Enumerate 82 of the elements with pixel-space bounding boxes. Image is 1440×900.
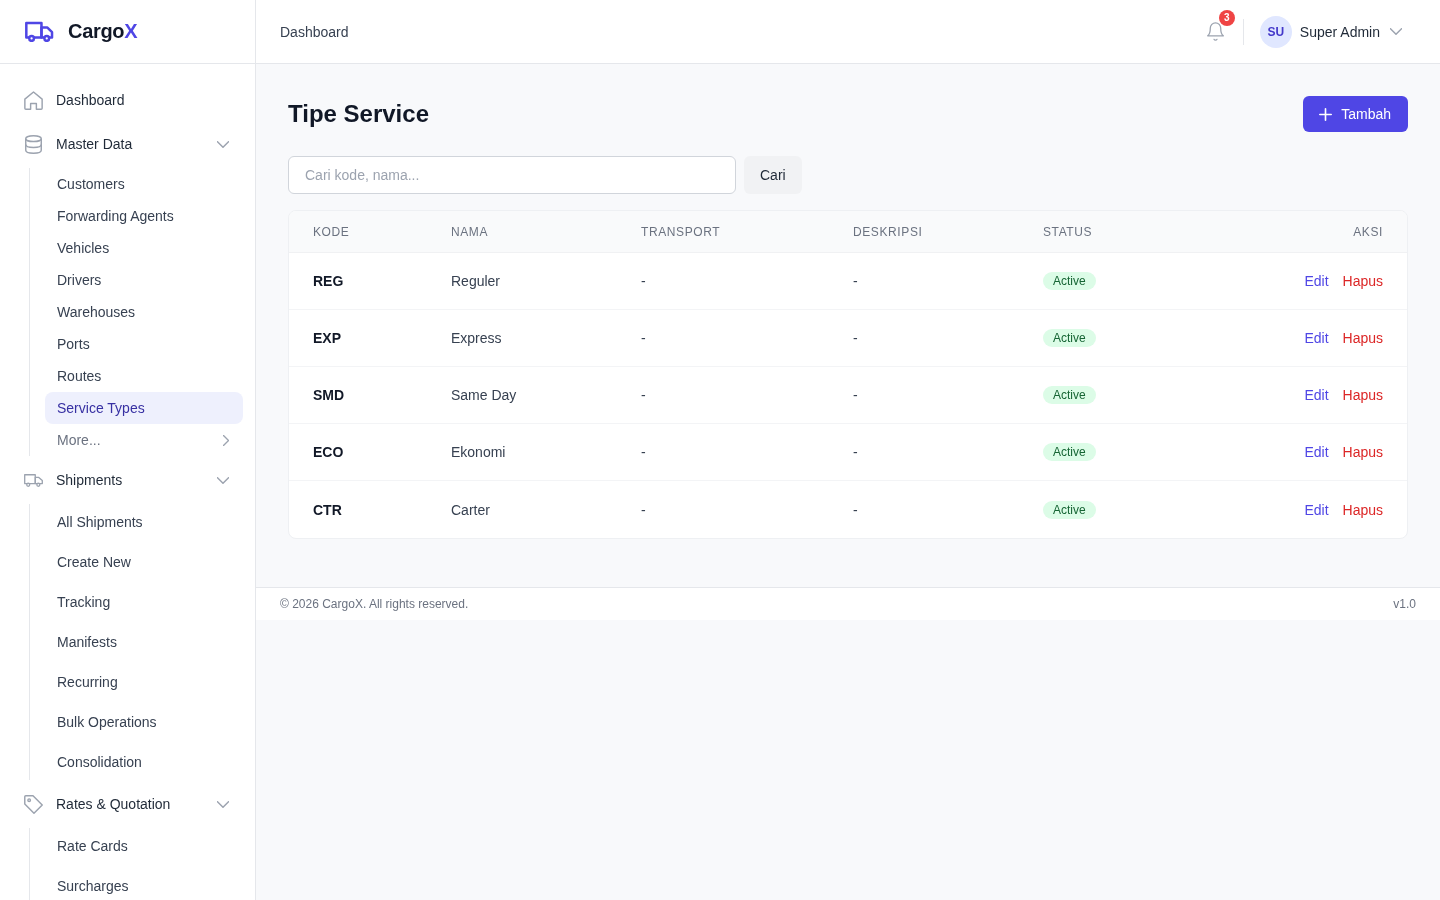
- table-cell: -: [853, 501, 858, 518]
- table-cell: -: [853, 330, 858, 346]
- edit-link[interactable]: Edit: [1304, 444, 1329, 460]
- delete-link[interactable]: Hapus: [1342, 387, 1383, 403]
- table-cell: CTR: [313, 501, 342, 518]
- column-header: STATUS: [1043, 224, 1094, 239]
- tag-icon: [24, 794, 43, 814]
- column-header: AKSI: [1353, 224, 1383, 239]
- edit-link[interactable]: Edit: [1304, 330, 1329, 346]
- status-badge: Active: [1043, 329, 1096, 347]
- status-badge: Active: [1043, 500, 1096, 519]
- nav-subitem[interactable]: Vehicles: [45, 232, 243, 264]
- nav-subitem[interactable]: Ports: [45, 328, 243, 360]
- nav-subitem[interactable]: Create New: [45, 544, 243, 580]
- house-icon: [24, 90, 43, 110]
- delete-link[interactable]: Hapus: [1342, 273, 1383, 289]
- edit-link[interactable]: Edit: [1304, 387, 1329, 403]
- nav-subitem[interactable]: Service Types: [45, 392, 243, 424]
- table-cell: Ekonomi: [451, 444, 506, 460]
- nav-subitem[interactable]: Recurring: [45, 664, 243, 700]
- table-cell: EXP: [313, 330, 341, 346]
- nav-subitem[interactable]: Rate Cards: [45, 828, 243, 864]
- nav-group[interactable]: Master Data: [12, 124, 243, 164]
- status-badge: Active: [1043, 272, 1096, 290]
- chevron-down-icon: [1390, 28, 1402, 35]
- table-cell: -: [641, 273, 646, 289]
- plus-icon: [1319, 107, 1333, 121]
- table-cell: -: [641, 501, 646, 518]
- table-cell: -: [641, 387, 646, 403]
- table-cell: Reguler: [451, 273, 501, 289]
- table-cell: -: [853, 387, 858, 403]
- nav-subitem[interactable]: Manifests: [45, 624, 243, 660]
- edit-link[interactable]: Edit: [1304, 501, 1329, 518]
- breadcrumb: Dashboard: [280, 23, 349, 40]
- add-button[interactable]: Tambah: [1303, 96, 1408, 132]
- table-cell: -: [641, 444, 646, 460]
- nav-subitem[interactable]: Routes: [45, 360, 243, 392]
- delete-link[interactable]: Hapus: [1342, 444, 1383, 460]
- copyright-text: © 2026 CargoX. All rights reserved.: [280, 597, 469, 611]
- nav-subitem[interactable]: Bulk Operations: [45, 704, 243, 740]
- brand-name: CargoX: [68, 20, 138, 43]
- nav-group[interactable]: Shipments: [12, 460, 243, 500]
- nav-subitem[interactable]: Tracking: [45, 584, 243, 620]
- delete-link[interactable]: Hapus: [1342, 501, 1383, 518]
- delete-link[interactable]: Hapus: [1342, 330, 1383, 346]
- user-menu[interactable]: SU Super Admin: [1259, 15, 1402, 48]
- more-link[interactable]: More...: [45, 424, 243, 456]
- edit-link[interactable]: Edit: [1304, 273, 1329, 289]
- user-avatar: SU: [1259, 15, 1292, 48]
- nav-subitem[interactable]: Consolidation: [45, 744, 243, 780]
- page-title: Tipe Service: [288, 100, 429, 128]
- table-cell: Same Day: [451, 387, 517, 403]
- nav-item[interactable]: Dashboard: [12, 80, 243, 120]
- table-cell: -: [853, 273, 858, 289]
- table-cell: Express: [451, 330, 502, 346]
- table-cell: -: [853, 444, 858, 460]
- column-header: DESKRIPSI: [853, 224, 924, 239]
- status-badge: Active: [1043, 386, 1096, 404]
- nav-subitem[interactable]: All Shipments: [45, 504, 243, 540]
- nav-group[interactable]: Rates & Quotation: [12, 784, 243, 824]
- notification-count: 3: [1218, 9, 1235, 26]
- nav-subitem[interactable]: Customers: [45, 168, 243, 200]
- search-button[interactable]: Cari: [744, 156, 802, 194]
- column-header: TRANSPORT: [641, 224, 722, 239]
- search-field[interactable]: Cari kode, nama...: [288, 156, 736, 194]
- table-cell: Carter: [451, 501, 490, 518]
- truck-logo-icon: [25, 21, 54, 42]
- bell-icon: [1207, 22, 1225, 41]
- version-text: v1.0: [1393, 597, 1416, 611]
- column-header: NAMA: [451, 224, 490, 239]
- nav-subitem[interactable]: Warehouses: [45, 296, 243, 328]
- table-cell: -: [641, 330, 646, 346]
- column-header: KODE: [313, 224, 351, 239]
- table-cell: REG: [313, 273, 344, 289]
- database-icon: [24, 134, 43, 154]
- nav-subitem[interactable]: Drivers: [45, 264, 243, 296]
- chevron-right-icon: [223, 434, 229, 446]
- nav-subitem[interactable]: Forwarding Agents: [45, 200, 243, 232]
- nav-subitem[interactable]: Surcharges: [45, 868, 243, 900]
- table-cell: SMD: [313, 387, 345, 403]
- status-badge: Active: [1043, 443, 1096, 461]
- table-cell: ECO: [313, 444, 344, 460]
